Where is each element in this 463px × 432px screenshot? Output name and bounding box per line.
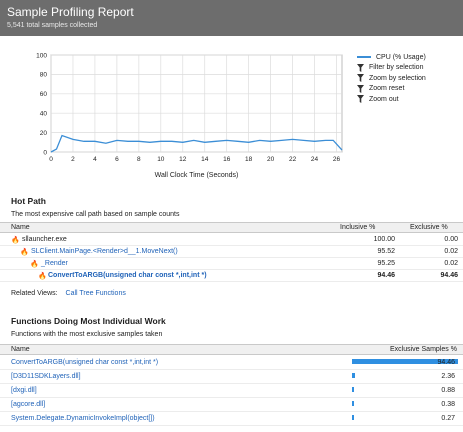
function-row-name[interactable]: [dxgi.dll] bbox=[11, 387, 37, 394]
x-tick-label: 10 bbox=[157, 156, 165, 163]
function-row-value: 0.27 bbox=[441, 415, 455, 422]
function-row-value: 0.88 bbox=[441, 387, 455, 394]
function-row-value: 2.36 bbox=[441, 373, 455, 380]
hot-path-row-exclusive: 94.46 bbox=[440, 272, 458, 279]
functions-exclusive-header[interactable]: Exclusive Samples % bbox=[390, 346, 457, 353]
function-row[interactable]: [dxgi.dll] 0.88 bbox=[0, 384, 463, 398]
y-tick-label: 20 bbox=[40, 130, 48, 137]
x-tick-label: 12 bbox=[179, 156, 187, 163]
hot-path-header: Name Inclusive % Exclusive % bbox=[0, 222, 463, 233]
exclusive-samples-bar bbox=[352, 401, 354, 406]
functions-header: Name Exclusive Samples % bbox=[0, 344, 463, 355]
hot-path-row-exclusive: 0.02 bbox=[444, 248, 458, 255]
hot-path-row-inclusive: 94.46 bbox=[377, 272, 395, 279]
funnel-icon bbox=[356, 95, 365, 104]
report-header: Sample Profiling Report 5,541 total samp… bbox=[0, 0, 463, 36]
cpu-line-swatch bbox=[357, 56, 371, 59]
hot-path-title: Hot Path bbox=[11, 196, 46, 206]
related-views-label: Related Views: bbox=[11, 290, 58, 297]
x-tick-label: 14 bbox=[201, 156, 209, 163]
hot-path-row-inclusive: 95.25 bbox=[377, 260, 395, 267]
function-row-value: 94.46 bbox=[437, 359, 455, 366]
funnel-icon bbox=[356, 84, 365, 93]
x-tick-label: 4 bbox=[93, 156, 97, 163]
x-tick-label: 8 bbox=[137, 156, 141, 163]
filter-by-selection-label: Filter by selection bbox=[369, 64, 424, 72]
hot-path-row-inclusive: 100.00 bbox=[373, 236, 395, 243]
hot-path-flame-icon: 🔥 bbox=[30, 261, 39, 268]
functions-name-header[interactable]: Name bbox=[11, 346, 30, 353]
hot-path-flame-icon: 🔥 bbox=[20, 249, 29, 256]
hot-path-row-exclusive: 0.02 bbox=[444, 260, 458, 267]
hot-path-row-name[interactable]: _Render bbox=[41, 260, 68, 267]
hot-path-row[interactable]: 🔥 sllauncher.exe 100.00 0.00 bbox=[0, 234, 463, 246]
hot-path-row-exclusive: 0.00 bbox=[444, 236, 458, 243]
legend-cpu-usage[interactable]: CPU (% Usage) bbox=[356, 52, 426, 63]
x-tick-label: 20 bbox=[267, 156, 275, 163]
zoom-reset-label: Zoom reset bbox=[369, 85, 405, 93]
hot-path-row-name: sllauncher.exe bbox=[22, 236, 67, 243]
function-row[interactable]: [D3D11SDKLayers.dll] 2.36 bbox=[0, 370, 463, 384]
hot-path-row[interactable]: 🔥 _Render 95.25 0.02 bbox=[0, 258, 463, 270]
hot-path-row-name[interactable]: SLClient.MainPage.<Render>d__1.MoveNext(… bbox=[31, 248, 178, 255]
hot-path-row[interactable]: 🔥 SLClient.MainPage.<Render>d__1.MoveNex… bbox=[0, 246, 463, 258]
zoom-by-selection-label: Zoom by selection bbox=[369, 74, 426, 82]
chart-legend: CPU (% Usage) Filter by selection Zoom b… bbox=[356, 52, 426, 105]
filter-by-selection-button[interactable]: Filter by selection bbox=[356, 63, 426, 74]
functions-title: Functions Doing Most Individual Work bbox=[11, 316, 166, 326]
x-tick-label: 18 bbox=[245, 156, 253, 163]
hot-path-flame-icon: 🔥 bbox=[11, 237, 20, 244]
hot-path-flame-icon: 🔥 bbox=[38, 273, 47, 280]
function-row[interactable]: [agcore.dll] 0.38 bbox=[0, 398, 463, 412]
exclusive-samples-bar bbox=[352, 387, 354, 392]
y-tick-label: 60 bbox=[40, 91, 48, 98]
cpu-usage-chart-area: 0 2 4 6 8 10 12 14 16 18 20 22 24 26 0 20 40 60 80 100 Wall … bbox=[0, 36, 463, 182]
x-tick-label: 6 bbox=[115, 156, 119, 163]
x-tick-label: 22 bbox=[289, 156, 297, 163]
zoom-out-button[interactable]: Zoom out bbox=[356, 94, 426, 105]
x-tick-label: 16 bbox=[223, 156, 231, 163]
function-row-name[interactable]: System.Delegate.DynamicInvokeImpl(object… bbox=[11, 415, 155, 422]
hot-path-exclusive-header[interactable]: Exclusive % bbox=[410, 224, 448, 231]
x-tick-label: 24 bbox=[311, 156, 319, 163]
function-row-name[interactable]: ConvertToARGB(unsigned char const *,int,… bbox=[11, 359, 158, 366]
function-row-name[interactable]: [agcore.dll] bbox=[11, 401, 45, 408]
hot-path-description: The most expensive call path based on sa… bbox=[11, 211, 180, 218]
functions-description: Functions with the most exclusive sample… bbox=[11, 331, 163, 338]
zoom-by-selection-button[interactable]: Zoom by selection bbox=[356, 73, 426, 84]
report-subtitle: 5,541 total samples collected bbox=[7, 22, 98, 29]
hot-path-row-name[interactable]: ConvertToARGB(unsigned char const *,int,… bbox=[48, 272, 207, 279]
funnel-icon bbox=[356, 74, 365, 83]
exclusive-samples-bar bbox=[352, 415, 354, 420]
exclusive-samples-bar bbox=[352, 373, 355, 378]
function-row-value: 0.38 bbox=[441, 401, 455, 408]
function-row[interactable]: ConvertToARGB(unsigned char const *,int,… bbox=[0, 356, 463, 370]
x-axis-label: Wall Clock Time (Seconds) bbox=[155, 172, 239, 179]
y-tick-label: 100 bbox=[36, 52, 47, 59]
hot-path-row[interactable]: 🔥 ConvertToARGB(unsigned char const *,in… bbox=[0, 270, 463, 282]
x-tick-label: 2 bbox=[71, 156, 75, 163]
y-tick-label: 40 bbox=[40, 111, 48, 118]
zoom-out-label: Zoom out bbox=[369, 95, 399, 103]
funnel-icon bbox=[356, 63, 365, 72]
y-tick-label: 0 bbox=[43, 149, 47, 156]
related-views-link[interactable]: Call Tree Functions bbox=[66, 290, 126, 297]
function-row-name[interactable]: [D3D11SDKLayers.dll] bbox=[11, 373, 81, 380]
x-tick-label: 0 bbox=[49, 156, 53, 163]
related-views: Related Views: Call Tree Functions bbox=[11, 290, 126, 297]
hot-path-name-header[interactable]: Name bbox=[11, 224, 30, 231]
x-tick-label: 26 bbox=[333, 156, 341, 163]
legend-cpu-usage-label: CPU (% Usage) bbox=[376, 53, 426, 61]
hot-path-inclusive-header[interactable]: Inclusive % bbox=[340, 224, 375, 231]
hot-path-row-inclusive: 95.52 bbox=[377, 248, 395, 255]
y-tick-label: 80 bbox=[40, 72, 48, 79]
function-row[interactable]: System.Delegate.DynamicInvokeImpl(object… bbox=[0, 412, 463, 426]
zoom-reset-button[interactable]: Zoom reset bbox=[356, 84, 426, 95]
report-title: Sample Profiling Report bbox=[7, 5, 134, 19]
